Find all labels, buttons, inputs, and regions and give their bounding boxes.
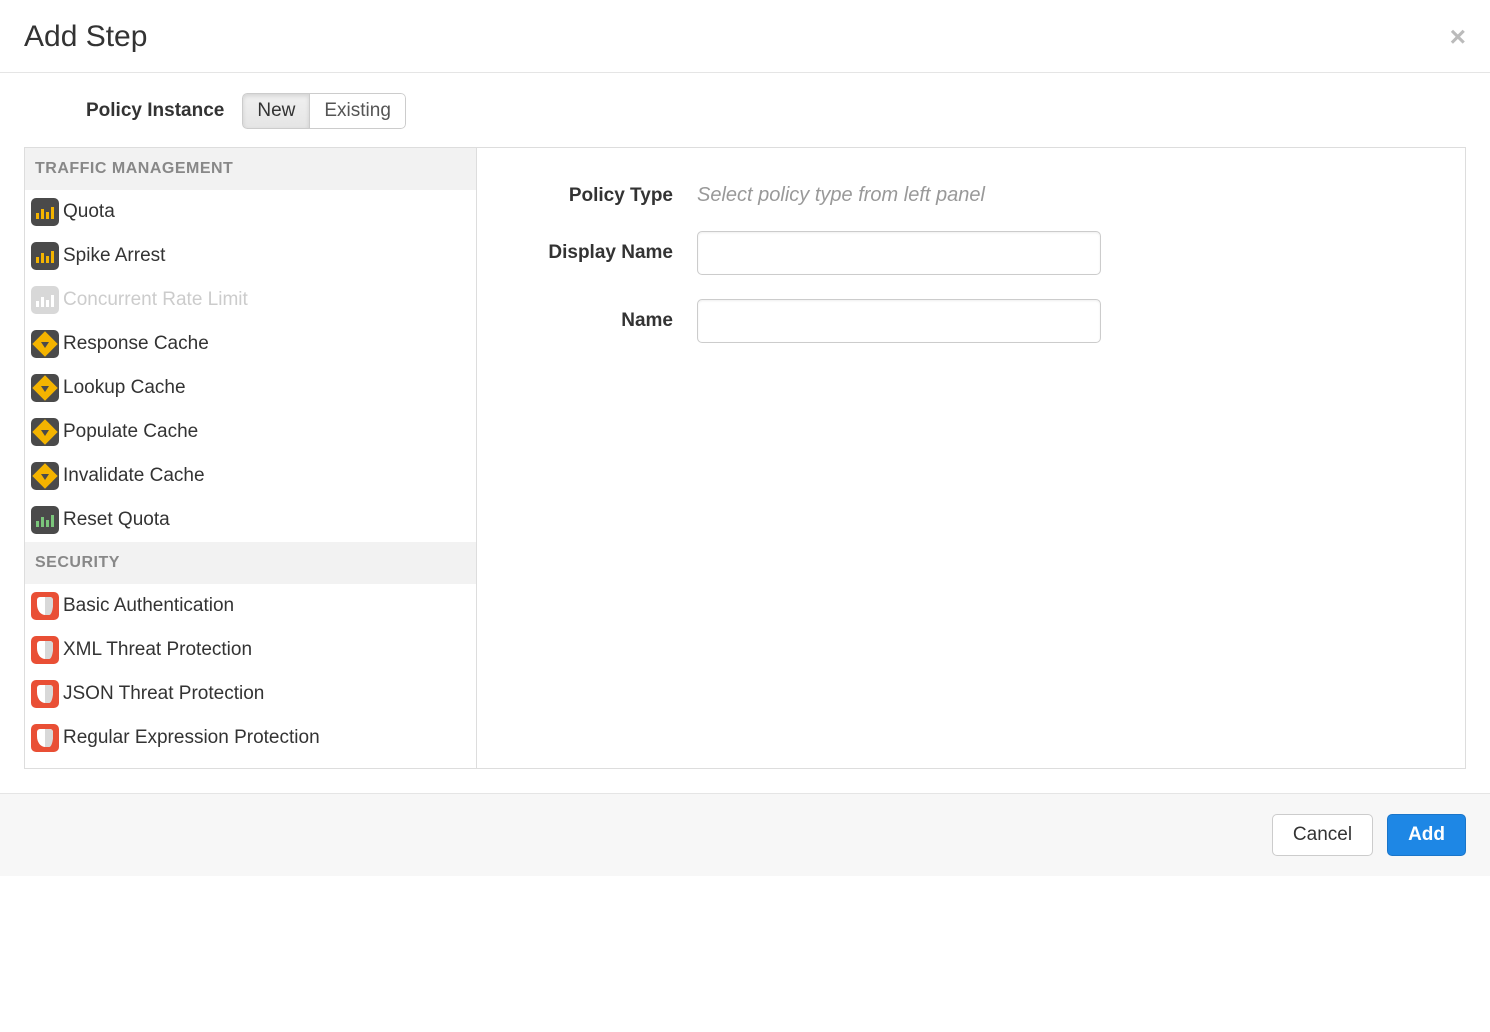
policy-type-item-label: Spike Arrest	[63, 245, 165, 267]
policy-type-placeholder: Select policy type from left panel	[697, 184, 985, 207]
policy-form-panel: Policy Type Select policy type from left…	[477, 148, 1465, 768]
policy-type-label: Policy Type	[517, 185, 697, 207]
cancel-button[interactable]: Cancel	[1272, 814, 1373, 856]
policy-instance-toggle: New Existing	[242, 93, 406, 129]
policy-type-item[interactable]: JSON Threat Protection	[25, 672, 476, 716]
policy-instance-label: Policy Instance	[86, 100, 224, 122]
policy-type-item-label: Invalidate Cache	[63, 465, 205, 487]
policy-type-item-label: Concurrent Rate Limit	[63, 289, 248, 311]
cache-diamond-icon	[31, 462, 59, 490]
cache-diamond-icon	[31, 418, 59, 446]
shield-icon	[31, 592, 59, 620]
name-row: Name	[517, 299, 1425, 343]
policy-type-item-label: Populate Cache	[63, 421, 198, 443]
policy-type-item-label: Lookup Cache	[63, 377, 186, 399]
add-button[interactable]: Add	[1387, 814, 1466, 856]
add-step-modal: Add Step × Policy Instance New Existing …	[0, 0, 1490, 876]
modal-footer: Cancel Add	[0, 793, 1490, 876]
policy-type-item-label: XML Threat Protection	[63, 639, 252, 661]
policy-type-item-label: Response Cache	[63, 333, 209, 355]
name-label: Name	[517, 310, 697, 332]
category-header: TRAFFIC MANAGEMENT	[25, 148, 476, 190]
display-name-row: Display Name	[517, 231, 1425, 275]
policy-instance-new-button[interactable]: New	[242, 93, 310, 129]
policy-type-row: Policy Type Select policy type from left…	[517, 184, 1425, 207]
policy-type-panel: TRAFFIC MANAGEMENT Quota Spike Arrest Concu…	[25, 148, 477, 768]
bar-chart-icon	[31, 286, 59, 314]
policy-type-item-label: Quota	[63, 201, 115, 223]
shield-icon	[31, 636, 59, 664]
shield-icon	[31, 724, 59, 752]
name-input[interactable]	[697, 299, 1101, 343]
policy-type-item[interactable]: Reset Quota	[25, 498, 476, 542]
split-panels: TRAFFIC MANAGEMENT Quota Spike Arrest Concu…	[24, 147, 1466, 769]
close-icon[interactable]: ×	[1450, 23, 1466, 51]
display-name-input[interactable]	[697, 231, 1101, 275]
policy-type-item[interactable]: Populate Cache	[25, 410, 476, 454]
policy-type-item[interactable]: Spike Arrest	[25, 234, 476, 278]
policy-type-item[interactable]: Basic Authentication	[25, 584, 476, 628]
policy-type-item-label: Reset Quota	[63, 509, 170, 531]
policy-type-item[interactable]: XML Threat Protection	[25, 628, 476, 672]
bar-chart-icon	[31, 242, 59, 270]
modal-header: Add Step ×	[0, 0, 1490, 73]
policy-type-scroll[interactable]: TRAFFIC MANAGEMENT Quota Spike Arrest Concu…	[25, 148, 476, 768]
bar-chart-icon	[31, 506, 59, 534]
cache-diamond-icon	[31, 374, 59, 402]
policy-type-item[interactable]: Lookup Cache	[25, 366, 476, 410]
policy-instance-existing-button[interactable]: Existing	[310, 93, 406, 129]
policy-instance-row: Policy Instance New Existing	[0, 73, 1490, 147]
modal-title: Add Step	[24, 20, 147, 54]
display-name-label: Display Name	[517, 242, 697, 264]
policy-type-item[interactable]: Invalidate Cache	[25, 454, 476, 498]
policy-type-item-label: JSON Threat Protection	[63, 683, 264, 705]
policy-type-item[interactable]: Regular Expression Protection	[25, 716, 476, 760]
bar-chart-icon	[31, 198, 59, 226]
cache-diamond-icon	[31, 330, 59, 358]
policy-type-item-label: Basic Authentication	[63, 595, 234, 617]
category-header: SECURITY	[25, 542, 476, 584]
policy-type-item[interactable]: Response Cache	[25, 322, 476, 366]
modal-body: Policy Instance New Existing TRAFFIC MAN…	[0, 73, 1490, 769]
policy-type-item-label: Regular Expression Protection	[63, 727, 320, 749]
shield-icon	[31, 680, 59, 708]
policy-type-item: Concurrent Rate Limit	[25, 278, 476, 322]
policy-type-item[interactable]: Quota	[25, 190, 476, 234]
